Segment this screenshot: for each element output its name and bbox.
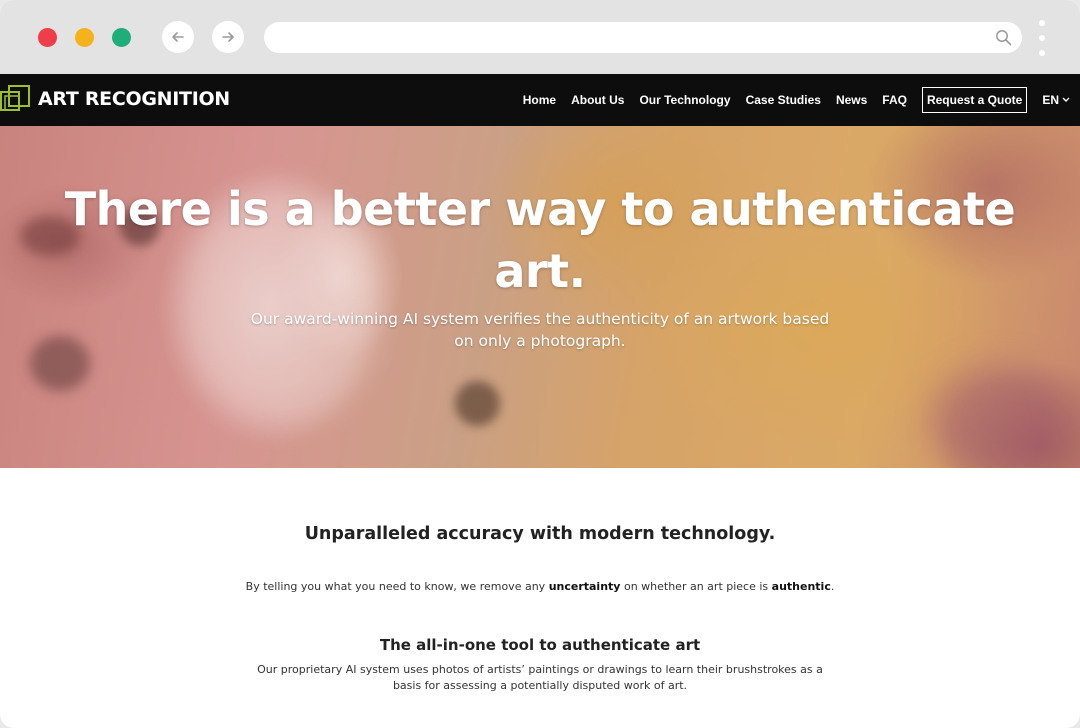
- nav-home[interactable]: Home: [523, 93, 556, 107]
- site-header: ART RECOGNITION Home About Us Our Techno…: [0, 74, 1080, 126]
- hero-subtitle: Our award-winning AI system verifies the…: [250, 310, 830, 350]
- tool-description: Our proprietary AI system uses photos of…: [257, 663, 823, 692]
- address-bar[interactable]: [264, 22, 1022, 53]
- accuracy-text: By telling you what you need to know, we…: [0, 580, 1080, 593]
- request-quote-button[interactable]: Request a Quote: [921, 87, 1028, 113]
- tool-heading: The all-in-one tool to authenticate art: [379, 636, 701, 654]
- browser-window: ART RECOGNITION Home About Us Our Techno…: [0, 0, 1080, 728]
- hero-title: There is a better way to authenticate ar…: [64, 182, 1016, 298]
- accuracy-text-emphasis: uncertainty: [548, 580, 621, 593]
- browser-toolbar: [0, 0, 1080, 74]
- arrow-right-icon: [222, 32, 234, 42]
- arrow-left-icon: [172, 32, 184, 42]
- more-vertical-icon[interactable]: [1038, 20, 1046, 56]
- logo-text[interactable]: ART RECOGNITION: [38, 88, 230, 110]
- nav-news[interactable]: News: [836, 93, 867, 107]
- accuracy-text-part: .: [830, 580, 835, 593]
- accuracy-text-emphasis: authentic: [771, 580, 831, 593]
- nav-our-technology[interactable]: Our Technology: [639, 93, 730, 107]
- search-icon[interactable]: [995, 29, 1012, 46]
- accuracy-text-part: on whether an art piece is: [620, 580, 772, 593]
- close-window-button[interactable]: [38, 28, 57, 47]
- logo-icon[interactable]: [0, 84, 32, 116]
- accuracy-text-part: By telling you what you need to know, we…: [245, 580, 549, 593]
- main-nav: Home About Us Our Technology Case Studie…: [508, 74, 1070, 126]
- accuracy-heading: Unparalleled accuracy with modern techno…: [304, 524, 776, 544]
- nav-case-studies[interactable]: Case Studies: [746, 93, 821, 107]
- nav-faq[interactable]: FAQ: [882, 93, 907, 107]
- minimize-window-button[interactable]: [75, 28, 94, 47]
- language-label: EN: [1042, 93, 1059, 107]
- maximize-window-button[interactable]: [112, 28, 131, 47]
- chevron-down-icon: [1062, 97, 1070, 102]
- back-button[interactable]: [162, 21, 194, 53]
- hero-section: There is a better way to authenticate ar…: [0, 126, 1080, 468]
- paint-texture: [455, 381, 500, 426]
- language-selector[interactable]: EN: [1042, 93, 1070, 107]
- paint-texture: [30, 336, 90, 391]
- paint-texture: [930, 366, 1070, 468]
- forward-button[interactable]: [212, 21, 244, 53]
- nav-about-us[interactable]: About Us: [571, 93, 624, 107]
